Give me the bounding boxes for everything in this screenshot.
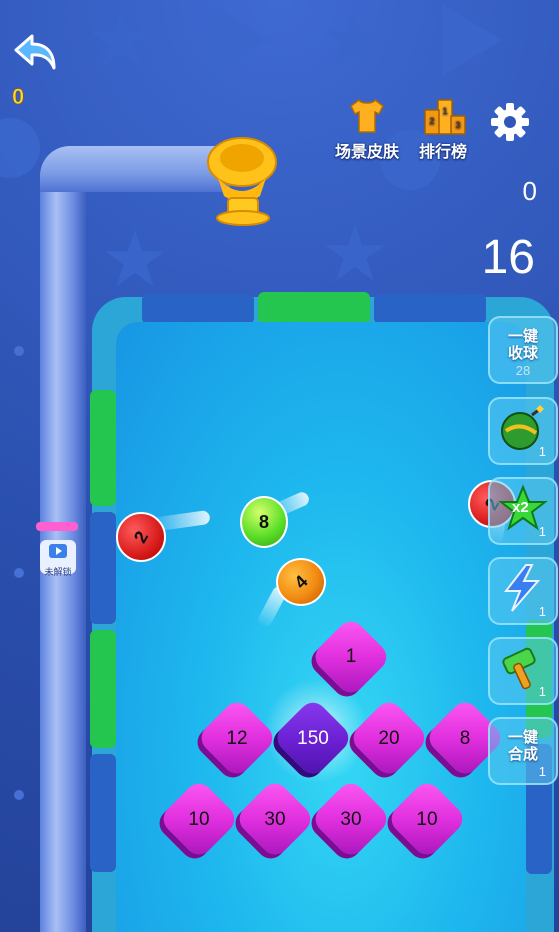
- bg-dot: [14, 568, 24, 578]
- svg-text:1: 1: [442, 106, 447, 116]
- bg-dot: [14, 346, 24, 356]
- ball-count: 16: [481, 231, 535, 284]
- feed-tube-top: [40, 146, 230, 192]
- bg-dot: [14, 790, 24, 800]
- number-block-value: 12: [226, 728, 248, 749]
- number-block-value: 1: [345, 646, 357, 667]
- leaderboard-button[interactable]: 1 2 3 排行榜: [412, 96, 474, 162]
- number-ball: 8: [240, 496, 288, 548]
- collect-balls-button[interactable]: 一键收球 28: [488, 316, 558, 384]
- scene-skin-button[interactable]: 场景皮肤: [330, 96, 404, 162]
- leaderboard-label: 排行榜: [418, 144, 467, 161]
- merge-all-count: 1: [538, 764, 546, 779]
- merge-all-button[interactable]: 一键合成 1: [488, 717, 558, 785]
- lightning-count: 1: [538, 604, 546, 619]
- bg-triangle-shape: [210, 4, 270, 76]
- number-block-value: 10: [416, 809, 438, 830]
- number-block-value: 20: [378, 728, 400, 749]
- frame-segment: [90, 630, 116, 748]
- unlock-button[interactable]: 未解锁: [40, 540, 76, 577]
- tshirt-icon: [347, 96, 387, 136]
- frame-segment: [90, 512, 116, 624]
- bg-star-icon: ★: [320, 209, 390, 297]
- bg-star-icon: ★: [86, 0, 156, 83]
- hammer-button[interactable]: 1: [488, 637, 558, 705]
- bg-star-icon: ★: [100, 215, 170, 303]
- settings-button[interactable]: [488, 100, 532, 144]
- collect-balls-count: 28: [515, 363, 531, 378]
- hammer-count: 1: [538, 684, 546, 699]
- bg-triangle-shape: [442, 4, 502, 76]
- ball-launcher-cup[interactable]: [204, 134, 282, 230]
- bomb-count: 1: [538, 444, 546, 459]
- play-area[interactable]: [116, 322, 526, 932]
- lightning-button[interactable]: 1: [488, 557, 558, 625]
- star-x2-button[interactable]: x2 1: [488, 477, 558, 545]
- unlock-label: 未解锁: [44, 567, 72, 577]
- star-x2-count: 1: [538, 524, 546, 539]
- number-block-value: 30: [340, 809, 362, 830]
- number-ball: 4: [276, 558, 326, 606]
- frame-segment: [90, 390, 116, 506]
- tube-marker: [36, 522, 78, 531]
- number-ball: 2: [116, 512, 166, 562]
- svg-text:2: 2: [429, 116, 434, 126]
- back-button[interactable]: [12, 30, 60, 74]
- podium-icon: 1 2 3: [423, 96, 466, 136]
- merge-all-label: 一键合成: [507, 729, 538, 763]
- frame-segment: [258, 292, 370, 324]
- bomb-button[interactable]: 1: [488, 397, 558, 465]
- score-value: 0: [522, 176, 537, 206]
- video-icon: [49, 544, 67, 558]
- bg-star-icon: ★: [318, 0, 388, 83]
- scene-skin-label: 场景皮肤: [334, 144, 399, 161]
- collect-balls-label: 一键收球: [507, 328, 538, 362]
- number-block-value: 10: [188, 809, 210, 830]
- star-x2-badge: x2: [512, 499, 529, 516]
- frame-segment: [374, 294, 486, 324]
- coin-score: 0: [12, 84, 25, 110]
- svg-text:3: 3: [455, 120, 460, 130]
- number-block-value: 150: [297, 728, 329, 749]
- number-block-value: 30: [264, 809, 286, 830]
- back-arrow-icon: [14, 34, 56, 70]
- frame-segment: [90, 754, 116, 872]
- frame-segment: [142, 294, 254, 324]
- gear-icon: [491, 103, 529, 141]
